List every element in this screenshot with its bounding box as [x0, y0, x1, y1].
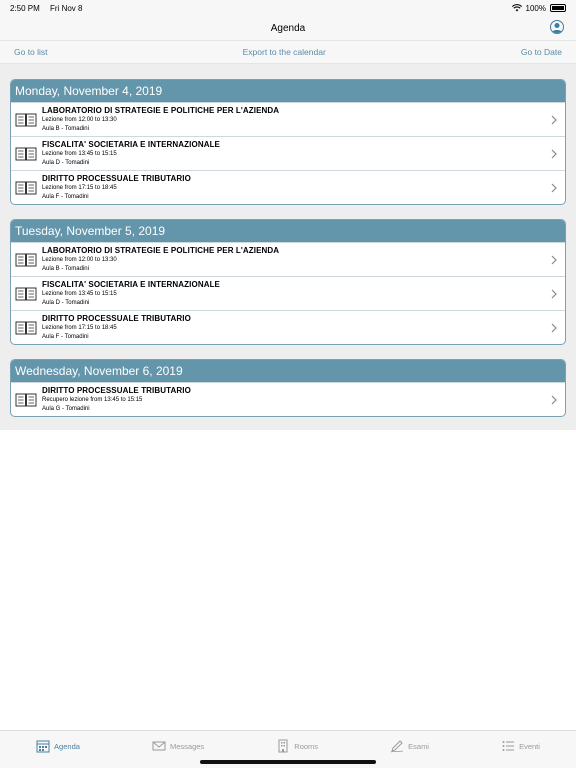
day-header: Wednesday, November 6, 2019: [11, 360, 565, 382]
tab-label: Rooms: [294, 741, 319, 751]
event-time: Lezione from 12:00 to 13:30: [42, 117, 117, 124]
event-time: Lezione from 13:45 to 15:15: [42, 151, 117, 158]
tab-eventi[interactable]: Eventi: [501, 739, 540, 753]
event-text: FISCALITA' SOCIETARIA E INTERNAZIONALE L…: [42, 280, 549, 306]
wifi-icon: [511, 4, 522, 12]
event-room: Aula D - Tomadini: [42, 159, 90, 166]
event-text: LABORATORIO DI STRATEGIE E POLITICHE PER…: [42, 246, 549, 272]
tab-label: Esami: [408, 741, 429, 751]
event-text: DIRITTO PROCESSUALE TRIBUTARIO Recupero …: [42, 386, 549, 412]
tab-label: Messages: [170, 741, 205, 751]
status-left: 2:50 PM Fri Nov 8: [10, 4, 90, 13]
event-title: DIRITTO PROCESSUALE TRIBUTARIO: [42, 314, 191, 323]
chevron-right-icon: [551, 183, 557, 192]
event-room: Aula D - Tomadini: [42, 299, 90, 306]
event-text: DIRITTO PROCESSUALE TRIBUTARIO Lezione f…: [42, 314, 549, 340]
chevron-right-icon: [551, 395, 557, 404]
event-row[interactable]: DIRITTO PROCESSUALE TRIBUTARIO Lezione f…: [11, 170, 565, 204]
event-time: Lezione from 12:00 to 13:30: [42, 257, 117, 264]
day-card: Monday, November 4, 2019 LABORATORIO DI …: [10, 79, 566, 205]
go-to-date-button[interactable]: Go to Date: [521, 47, 562, 57]
tab-agenda[interactable]: Agenda: [36, 739, 80, 753]
tab-rooms[interactable]: Rooms: [276, 739, 318, 753]
page-title: Agenda: [270, 22, 306, 34]
event-row[interactable]: FISCALITA' SOCIETARIA E INTERNAZIONALE L…: [11, 136, 565, 170]
book-icon: [15, 287, 37, 300]
event-text: LABORATORIO DI STRATEGIE E POLITICHE PER…: [42, 106, 549, 132]
status-bar: 2:50 PM Fri Nov 8 100%: [0, 0, 576, 16]
event-row[interactable]: DIRITTO PROCESSUALE TRIBUTARIO Lezione f…: [11, 310, 565, 344]
status-time: 2:50 PM: [10, 3, 40, 13]
book-icon: [15, 181, 37, 194]
event-row[interactable]: LABORATORIO DI STRATEGIE E POLITICHE PER…: [11, 242, 565, 276]
tab-label: Eventi: [519, 741, 540, 751]
chevron-right-icon: [551, 289, 557, 298]
event-room: Aula B - Tomadini: [42, 125, 89, 132]
tab-bar: Agenda Messages Rooms Esami Eventi: [0, 730, 576, 768]
book-icon: [15, 253, 37, 266]
event-time: Recupero lezione from 13:45 to 15:15: [42, 397, 143, 404]
book-icon: [15, 113, 37, 126]
chevron-right-icon: [551, 323, 557, 332]
event-title: FISCALITA' SOCIETARIA E INTERNAZIONALE: [42, 140, 220, 149]
book-icon: [15, 393, 37, 406]
event-title: LABORATORIO DI STRATEGIE E POLITICHE PER…: [42, 246, 280, 255]
status-date: Fri Nov 8: [50, 3, 83, 13]
event-title: DIRITTO PROCESSUALE TRIBUTARIO: [42, 386, 191, 395]
chevron-right-icon: [551, 255, 557, 264]
event-row[interactable]: FISCALITA' SOCIETARIA E INTERNAZIONALE L…: [11, 276, 565, 310]
battery-icon: [550, 4, 566, 12]
day-header: Tuesday, November 5, 2019: [11, 220, 565, 242]
agenda-list: Monday, November 4, 2019 LABORATORIO DI …: [0, 64, 576, 430]
event-time: Lezione from 13:45 to 15:15: [42, 291, 117, 298]
event-text: DIRITTO PROCESSUALE TRIBUTARIO Lezione f…: [42, 174, 549, 200]
event-text: FISCALITA' SOCIETARIA E INTERNAZIONALE L…: [42, 140, 549, 166]
day-card: Wednesday, November 6, 2019 DIRITTO PROC…: [10, 359, 566, 417]
pen-icon: [391, 740, 404, 753]
tab-esami[interactable]: Esami: [390, 739, 429, 753]
nav-bar: Agenda: [0, 16, 576, 40]
profile-icon[interactable]: [550, 20, 564, 34]
event-room: Aula G - Tomadini: [42, 405, 90, 412]
day-card: Tuesday, November 5, 2019 LABORATORIO DI…: [10, 219, 566, 345]
home-indicator: [200, 760, 376, 764]
event-title: LABORATORIO DI STRATEGIE E POLITICHE PER…: [42, 106, 280, 115]
day-header: Monday, November 4, 2019: [11, 80, 565, 102]
envelope-icon: [152, 741, 166, 751]
book-icon: [15, 147, 37, 160]
tab-messages[interactable]: Messages: [152, 739, 204, 753]
go-to-list-button[interactable]: Go to list: [14, 47, 48, 57]
book-icon: [15, 321, 37, 334]
event-title: DIRITTO PROCESSUALE TRIBUTARIO: [42, 174, 191, 183]
calendar-icon: [36, 740, 50, 753]
chevron-right-icon: [551, 115, 557, 124]
event-time: Lezione from 17:15 to 18:45: [42, 325, 117, 332]
event-time: Lezione from 17:15 to 18:45: [42, 185, 117, 192]
building-icon: [278, 739, 288, 753]
event-row[interactable]: DIRITTO PROCESSUALE TRIBUTARIO Recupero …: [11, 382, 565, 416]
export-calendar-button[interactable]: Export to the calendar: [243, 47, 326, 57]
event-room: Aula B - Tomadini: [42, 265, 89, 272]
tab-label: Agenda: [54, 741, 80, 751]
toolbar: Go to list Export to the calendar Go to …: [0, 40, 576, 64]
event-row[interactable]: LABORATORIO DI STRATEGIE E POLITICHE PER…: [11, 102, 565, 136]
battery-percent: 100%: [525, 3, 546, 13]
list-icon: [502, 741, 515, 751]
event-room: Aula F - Tomadini: [42, 193, 89, 200]
status-right: 100%: [511, 3, 566, 13]
event-room: Aula F - Tomadini: [42, 333, 89, 340]
event-title: FISCALITA' SOCIETARIA E INTERNAZIONALE: [42, 280, 220, 289]
chevron-right-icon: [551, 149, 557, 158]
